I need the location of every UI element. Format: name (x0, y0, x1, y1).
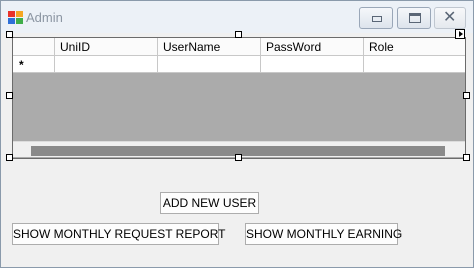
grid-header-row: UniID UserName PassWord Role (13, 38, 465, 56)
close-button[interactable]: ✕ (434, 7, 466, 29)
maximize-button[interactable] (397, 7, 431, 29)
show-monthly-request-report-button[interactable]: SHOW MONTHLY REQUEST REPORT (12, 223, 225, 245)
app-icon (8, 11, 23, 25)
resize-handle[interactable] (6, 92, 13, 99)
maximize-icon (409, 13, 421, 23)
new-row: * (13, 56, 465, 73)
column-header-uniid[interactable]: UniID (55, 38, 158, 55)
column-header-username[interactable]: UserName (158, 38, 261, 55)
resize-handle[interactable] (463, 154, 470, 161)
new-row-password-cell[interactable] (261, 56, 364, 73)
row-header-corner[interactable] (13, 38, 55, 55)
new-row-marker[interactable]: * (13, 56, 55, 73)
add-new-user-button[interactable]: ADD NEW USER (160, 192, 259, 214)
resize-handle[interactable] (235, 154, 242, 161)
resize-handle[interactable] (6, 31, 13, 38)
resize-handle[interactable] (235, 31, 242, 38)
new-row-role-cell[interactable] (364, 56, 465, 73)
admin-window: Admin ✕ UniID UserName PassWord Role * A… (0, 0, 474, 268)
window-title: Admin (26, 10, 63, 25)
smart-tag-arrow-icon[interactable] (455, 29, 465, 39)
title-bar[interactable]: Admin ✕ (1, 1, 473, 33)
column-header-password[interactable]: PassWord (261, 38, 364, 55)
resize-handle[interactable] (463, 92, 470, 99)
minimize-icon (372, 16, 382, 22)
resize-handle[interactable] (6, 154, 13, 161)
close-icon: ✕ (443, 9, 457, 26)
show-monthly-earning-button[interactable]: SHOW MONTHLY EARNING (245, 223, 402, 245)
minimize-button[interactable] (359, 7, 393, 29)
new-row-uniid-cell[interactable] (55, 56, 158, 73)
column-header-role[interactable]: Role (364, 38, 465, 55)
users-data-grid[interactable]: UniID UserName PassWord Role * (12, 37, 466, 159)
new-row-username-cell[interactable] (158, 56, 261, 73)
